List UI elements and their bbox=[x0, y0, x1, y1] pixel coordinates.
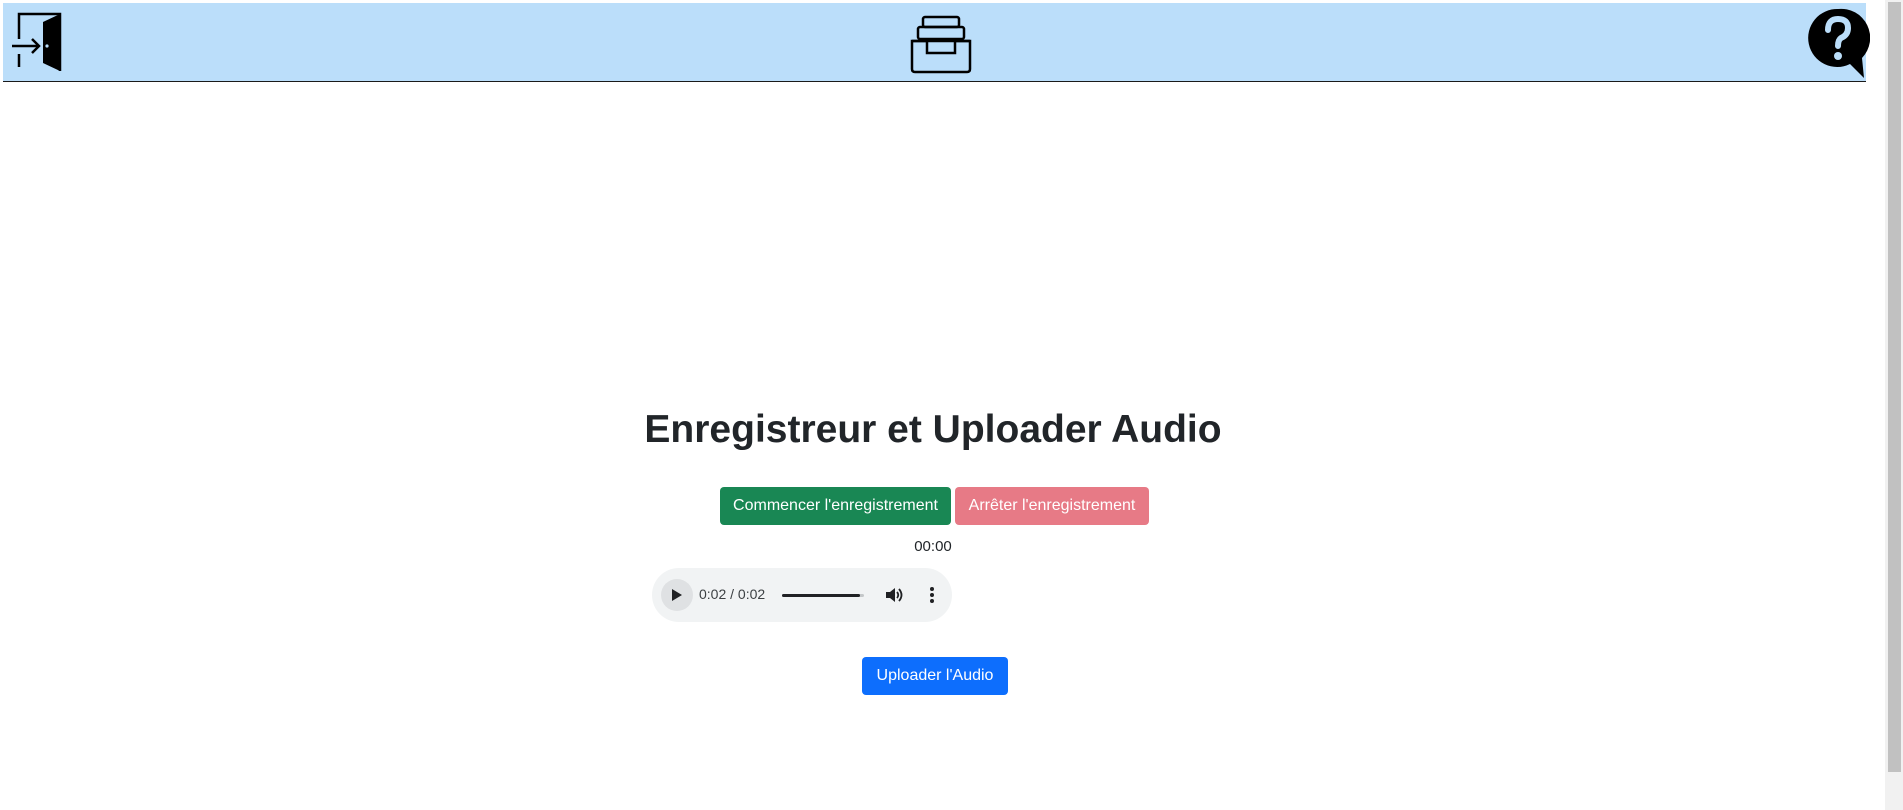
audio-progress-fill bbox=[782, 594, 860, 597]
page-title: Enregistreur et Uploader Audio bbox=[644, 408, 1222, 451]
scrollbar-thumb[interactable] bbox=[1888, 2, 1901, 772]
audio-progress-slider[interactable] bbox=[782, 594, 864, 597]
audio-time: 0:02 / 0:02 bbox=[699, 586, 765, 602]
stop-recording-button[interactable]: Arrêter l'enregistrement bbox=[955, 487, 1149, 525]
upload-audio-button[interactable]: Uploader l'Audio bbox=[862, 657, 1008, 695]
top-bar bbox=[3, 3, 1871, 82]
audio-time-separator: / bbox=[726, 586, 738, 602]
more-options-icon bbox=[930, 587, 934, 603]
volume-button[interactable] bbox=[884, 585, 904, 610]
audio-duration: 0:02 bbox=[737, 586, 766, 602]
play-button[interactable] bbox=[661, 579, 693, 611]
volume-icon bbox=[886, 588, 903, 602]
more-options-button[interactable] bbox=[922, 585, 942, 610]
start-recording-button[interactable]: Commencer l'enregistrement bbox=[720, 487, 951, 525]
play-icon bbox=[672, 589, 682, 601]
vertical-scrollbar[interactable] bbox=[1885, 0, 1903, 810]
help-bubble-icon[interactable] bbox=[1806, 6, 1871, 80]
recording-timer: 00:00 bbox=[914, 538, 952, 555]
audio-current-time: 0:02 bbox=[699, 586, 727, 602]
audio-player: 0:02 / 0:02 bbox=[652, 568, 952, 622]
exit-door-icon[interactable] bbox=[10, 11, 62, 75]
archive-inbox-icon[interactable] bbox=[909, 13, 973, 75]
